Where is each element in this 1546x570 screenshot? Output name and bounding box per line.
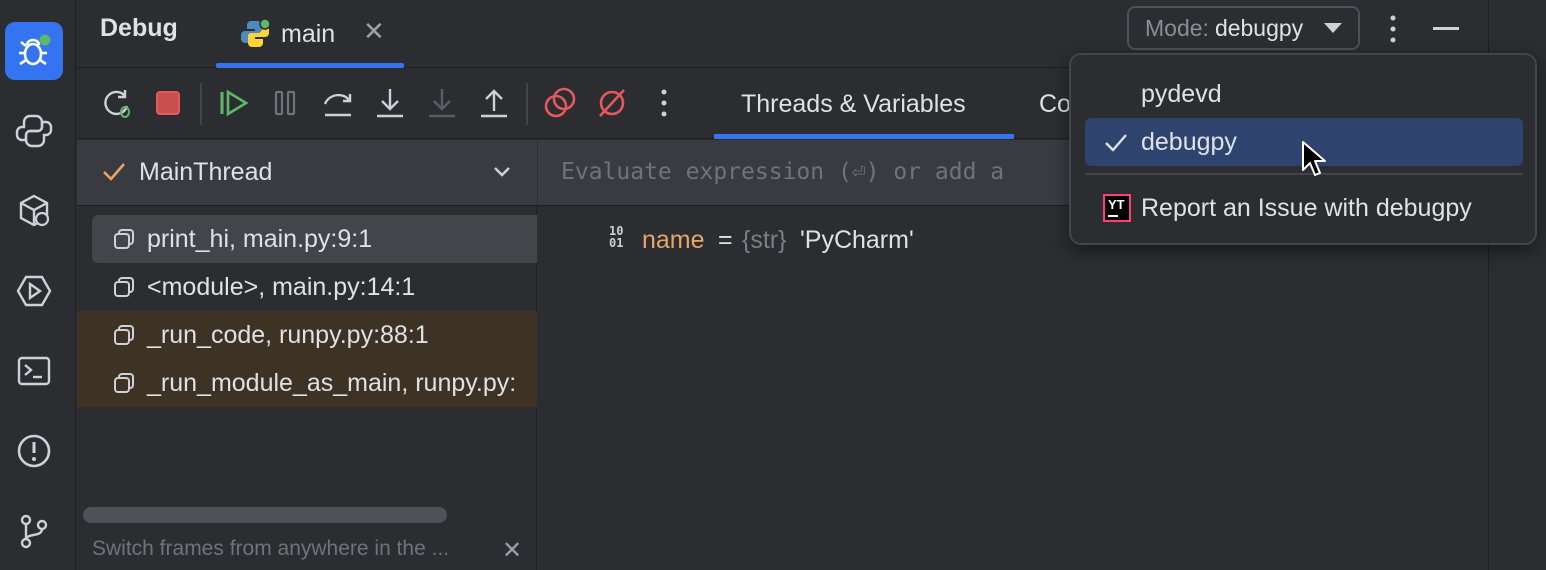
bug-icon — [19, 34, 51, 66]
mute-breakpoints-icon — [599, 89, 625, 117]
pause-icon — [274, 90, 296, 116]
python-packages-button[interactable] — [5, 182, 63, 240]
tab-main[interactable]: main — [239, 0, 335, 68]
caret-down-icon — [1324, 23, 1342, 33]
debug-tool-button[interactable] — [5, 22, 63, 80]
variable-type: {str} — [742, 226, 787, 254]
hint-close-button[interactable]: ✕ — [502, 536, 522, 565]
stop-button[interactable] — [151, 86, 185, 120]
tab-main-underline — [216, 63, 404, 68]
toolbar-separator — [200, 83, 202, 125]
variable-equals: = — [718, 226, 733, 254]
rerun-icon — [104, 90, 130, 118]
checkmark-icon — [103, 163, 125, 181]
primitive-type-icon: 10 01 — [609, 224, 624, 250]
frame-item[interactable]: print_hi, main.py:9:1 — [92, 215, 537, 263]
git-branch-icon — [20, 514, 48, 549]
menu-item-label: pydevd — [1141, 80, 1222, 108]
frame-item[interactable]: _run_code, runpy.py:88:1 — [77, 311, 537, 359]
mode-prefix-label: Mode: — [1145, 14, 1209, 41]
frame-label: _run_code, runpy.py:88:1 — [147, 321, 429, 349]
view-breakpoints-button[interactable] — [543, 86, 577, 120]
more-actions-button[interactable] — [647, 86, 681, 120]
tab-console-label: Co — [1039, 89, 1071, 118]
terminal-icon — [17, 356, 51, 386]
stack-frame-icon — [114, 277, 134, 297]
run-services-icon — [16, 275, 52, 307]
tab-main-label: main — [281, 19, 336, 48]
step-over-button[interactable] — [321, 86, 355, 120]
step-over-icon — [323, 93, 352, 117]
checkmark-icon — [1105, 134, 1127, 152]
more-options-icon[interactable] — [1383, 14, 1403, 44]
frames-panel: MainThread print_hi, main.py:9:1 <module… — [77, 140, 537, 570]
youtrack-icon: YT — [1103, 194, 1131, 222]
variable-name: name — [642, 226, 705, 254]
resume-icon — [220, 89, 249, 117]
tab-threads-variables-label: Threads & Variables — [741, 89, 966, 118]
frames-hint: Switch frames from anywhere in the ... — [92, 537, 450, 560]
rerun-button[interactable] — [101, 86, 135, 120]
terminal-button[interactable] — [5, 342, 63, 400]
horizontal-scrollbar[interactable] — [83, 507, 447, 523]
step-out-icon — [481, 89, 507, 118]
frame-label: print_hi, main.py:9:1 — [147, 225, 373, 253]
thread-selector[interactable]: MainThread — [77, 140, 537, 206]
resume-button[interactable] — [216, 86, 250, 120]
frame-item[interactable]: _run_module_as_main, runpy.py: — [77, 359, 537, 407]
stack-frame-icon — [114, 229, 134, 249]
thread-name: MainThread — [139, 158, 273, 186]
python-file-icon — [241, 18, 271, 47]
tab-threads-variables[interactable]: Threads & Variables — [741, 69, 966, 139]
step-into-button[interactable] — [373, 86, 407, 120]
active-tab-underline — [714, 134, 1014, 139]
services-button[interactable] — [5, 262, 63, 320]
problems-icon — [17, 434, 51, 468]
git-button[interactable] — [5, 502, 63, 560]
stack-frame-icon — [114, 325, 134, 345]
step-into-icon — [377, 89, 403, 118]
more-vertical-icon — [661, 89, 667, 117]
toolbar-separator — [526, 83, 528, 125]
menu-item-report-issue[interactable]: YT Report an Issue with debugpy — [1085, 184, 1523, 232]
variable-value: 'PyCharm' — [800, 226, 914, 254]
python-console-button[interactable] — [5, 102, 63, 160]
frame-label: _run_module_as_main, runpy.py: — [147, 369, 517, 397]
tab-console[interactable]: Co — [1039, 69, 1071, 139]
stack-frame-icon — [114, 373, 134, 393]
chevron-down-icon — [494, 167, 510, 177]
mode-dropdown[interactable]: Mode: debugpy — [1127, 6, 1360, 50]
step-out-button[interactable] — [477, 86, 511, 120]
tool-window-strip — [0, 0, 76, 570]
menu-item-pydevd[interactable]: pydevd — [1085, 70, 1523, 118]
pause-button[interactable] — [268, 86, 302, 120]
view-breakpoints-icon — [544, 87, 576, 118]
menu-item-label: Report an Issue with debugpy — [1141, 194, 1472, 222]
mode-value-label: debugpy — [1214, 14, 1304, 41]
tab-close-button[interactable]: ✕ — [363, 16, 385, 47]
menu-item-label: debugpy — [1141, 128, 1237, 156]
mouse-cursor-icon — [1302, 141, 1326, 176]
evaluate-placeholder: Evaluate expression (⏎) or add a — [561, 159, 1005, 185]
step-into-my-code-icon — [429, 89, 455, 118]
tool-window-title: Debug — [100, 14, 178, 42]
step-into-my-code-button[interactable] — [425, 86, 459, 120]
stop-icon — [156, 91, 180, 115]
problems-button[interactable] — [5, 422, 63, 480]
frame-item[interactable]: <module>, main.py:14:1 — [77, 263, 537, 311]
packages-icon — [19, 194, 50, 227]
mute-breakpoints-button[interactable] — [595, 86, 629, 120]
python-icon — [15, 114, 53, 148]
frame-label: <module>, main.py:14:1 — [147, 273, 416, 301]
minimize-icon[interactable] — [1433, 27, 1459, 30]
